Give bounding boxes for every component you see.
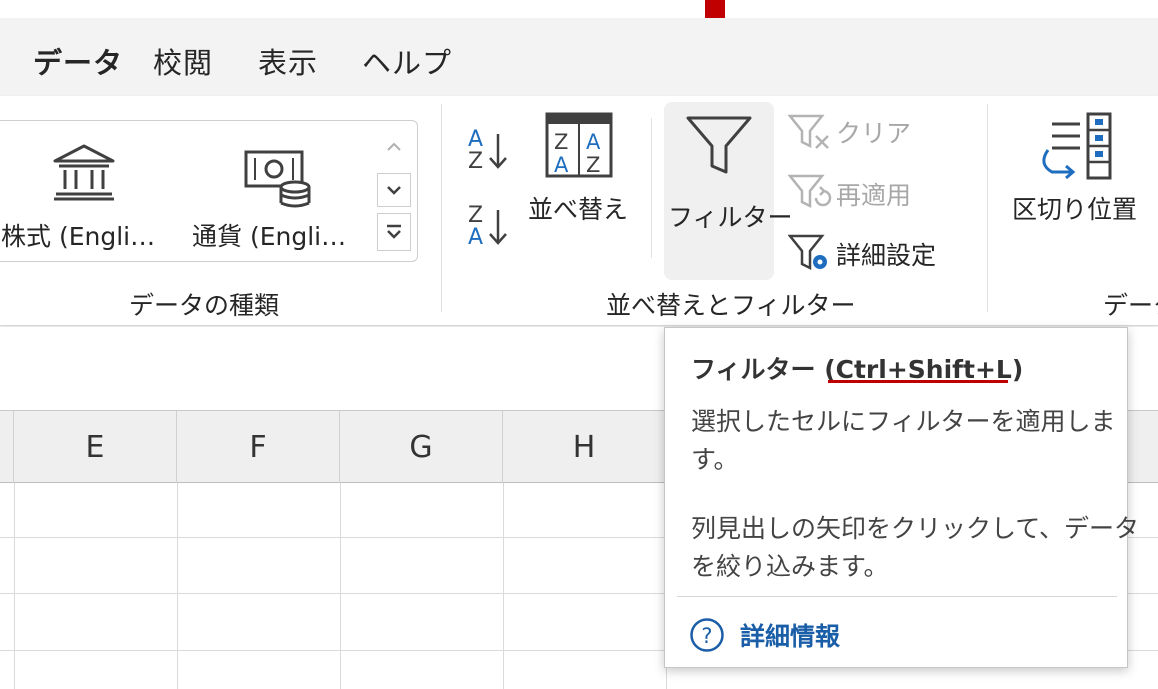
stocks-button[interactable]: 株式 (Engli… — [0, 121, 185, 261]
advanced-filter-button[interactable]: 詳細設定 — [786, 232, 956, 276]
svg-text:Z: Z — [468, 149, 483, 174]
currencies-button[interactable]: 通貨 (Engli… — [190, 121, 375, 261]
data-types-group-label: データの種類 — [129, 291, 280, 320]
group-separator — [987, 104, 988, 312]
svg-text:A: A — [554, 153, 569, 177]
chevron-up-icon — [387, 142, 401, 151]
advanced-filter-icon — [788, 234, 827, 271]
column-header-e[interactable]: E — [14, 411, 177, 483]
expand-gallery-icon — [387, 224, 401, 239]
inner-separator — [651, 118, 652, 258]
svg-text:Z: Z — [586, 153, 600, 177]
filter-tooltip: フィルター (Ctrl+Shift+L) 選択したセルにフィルターを適用しま す… — [664, 327, 1139, 668]
tab-view[interactable]: 表示 — [258, 40, 318, 82]
tab-data[interactable]: データ — [33, 40, 123, 82]
bank-icon — [53, 144, 115, 201]
sort-descending-button[interactable]: Z A — [464, 200, 514, 256]
data-tools-group-label: データ — [1103, 291, 1158, 320]
column-gridline — [503, 483, 504, 689]
gallery-scroll-down[interactable] — [377, 173, 411, 207]
clear-label: クリア — [836, 119, 912, 148]
column-header-g[interactable]: G — [340, 411, 503, 483]
group-separator — [441, 104, 442, 312]
currencies-label: 通貨 (Engli… — [192, 222, 347, 251]
filter-label: フィルター — [668, 203, 793, 232]
sort-label: 並べ替え — [528, 195, 629, 224]
column-header-f[interactable]: F — [177, 411, 340, 483]
tooltip-detail-line: 列見出しの矢印をクリックして、データ — [691, 514, 1140, 543]
text-to-columns-button[interactable]: 区切り位置 — [1008, 106, 1148, 236]
gallery-scroll-up[interactable] — [377, 129, 411, 165]
column-gridline — [14, 483, 15, 689]
svg-text:A: A — [586, 130, 601, 154]
stocks-label: 株式 (Engli… — [1, 222, 156, 251]
ribbon-tab-bar: データ 校閲 表示 ヘルプ — [0, 18, 1158, 102]
sort-a-to-z-icon: A Z — [468, 127, 507, 174]
column-header-partial[interactable] — [0, 411, 14, 483]
clear-filter-button[interactable]: クリア — [786, 110, 916, 152]
tooltip-description-line: 選択したセルにフィルターを適用しま — [691, 407, 1116, 436]
svg-text:?: ? — [701, 624, 712, 648]
more-info-link[interactable]: ? 詳細情報 — [689, 615, 840, 655]
shortcut-highlight-underline — [828, 380, 1008, 383]
funnel-icon — [686, 116, 752, 174]
chevron-down-icon — [387, 186, 401, 195]
top-strip — [0, 0, 1158, 18]
clear-filter-icon — [788, 114, 829, 149]
ribbon: 株式 (Engli… 通貨 (Engli… データの種類 A Z Z A Z A… — [0, 96, 1158, 326]
text-to-columns-label: 区切り位置 — [1012, 195, 1138, 224]
data-types-gallery: 株式 (Engli… 通貨 (Engli… — [0, 120, 418, 262]
svg-text:Z: Z — [554, 130, 568, 154]
tab-help[interactable]: ヘルプ — [362, 40, 452, 82]
sort-filter-group-label: 並べ替えとフィルター — [606, 291, 856, 320]
help-icon: ? — [690, 618, 724, 652]
currency-icon — [244, 150, 311, 208]
column-gridline — [177, 483, 178, 689]
column-gridline — [340, 483, 341, 689]
sort-z-to-a-icon: Z A — [468, 203, 507, 250]
sort-dialog-icon: Z A A Z — [545, 112, 613, 178]
tooltip-description-line: す。 — [691, 445, 739, 474]
text-to-columns-icon — [1042, 112, 1112, 180]
tooltip-detail-line: を絞り込みます。 — [691, 552, 889, 581]
sort-ascending-button[interactable]: A Z — [464, 124, 514, 180]
svg-text:A: A — [468, 225, 483, 250]
column-header-h[interactable]: H — [503, 411, 666, 483]
advanced-label: 詳細設定 — [836, 241, 937, 270]
sort-button[interactable]: Z A A Z 並べ替え — [524, 106, 634, 236]
gallery-more-button[interactable] — [377, 213, 411, 251]
filter-button[interactable]: フィルター — [664, 102, 793, 280]
more-info-label: 詳細情報 — [740, 622, 841, 651]
tooltip-divider — [677, 596, 1117, 597]
tab-review[interactable]: 校閲 — [153, 40, 213, 82]
reapply-button[interactable]: 再適用 — [786, 172, 926, 214]
reapply-label: 再適用 — [836, 181, 912, 210]
reapply-icon — [788, 174, 832, 209]
